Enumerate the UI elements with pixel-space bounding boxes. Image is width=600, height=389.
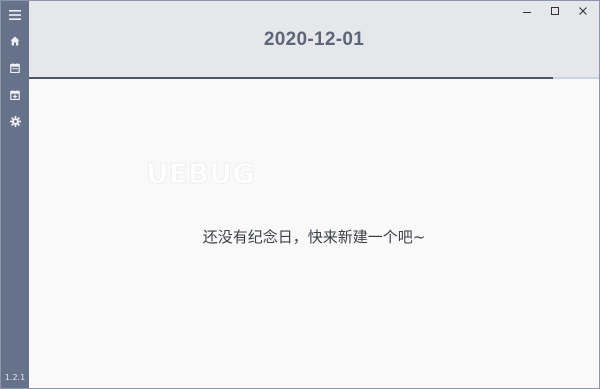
page-title: 2020-12-01 bbox=[263, 29, 365, 50]
close-button[interactable] bbox=[569, 4, 597, 18]
version-label: 1.2.1 bbox=[4, 373, 26, 382]
watermark-logo: UEBUG bbox=[146, 157, 256, 190]
header: 2020-12-01 bbox=[29, 1, 599, 77]
app-window: 1.2.1 2020-12-01 UEBUG 还没有纪念日，快来新建一个吧~ bbox=[0, 0, 600, 389]
maximize-icon bbox=[551, 7, 559, 15]
empty-state-message: 还没有纪念日，快来新建一个吧~ bbox=[202, 228, 426, 246]
svg-text:UEBUG: UEBUG bbox=[146, 157, 255, 190]
sidebar-item-add-event[interactable] bbox=[5, 86, 25, 104]
sidebar-item-settings[interactable] bbox=[5, 112, 25, 130]
menu-icon bbox=[9, 10, 21, 20]
calendar-icon bbox=[10, 63, 20, 73]
minimize-icon bbox=[523, 12, 531, 13]
calendar-add-icon bbox=[10, 90, 20, 100]
sidebar: 1.2.1 bbox=[1, 1, 29, 388]
home-icon bbox=[10, 36, 20, 46]
main-content: UEBUG 还没有纪念日，快来新建一个吧~ bbox=[29, 79, 599, 388]
sidebar-item-home[interactable] bbox=[5, 32, 25, 50]
window-controls bbox=[513, 4, 597, 18]
menu-button[interactable] bbox=[5, 6, 25, 24]
sidebar-item-calendar[interactable] bbox=[5, 59, 25, 77]
maximize-button[interactable] bbox=[541, 4, 569, 18]
minimize-button[interactable] bbox=[513, 4, 541, 18]
close-icon bbox=[579, 7, 587, 15]
gear-icon bbox=[9, 115, 21, 127]
